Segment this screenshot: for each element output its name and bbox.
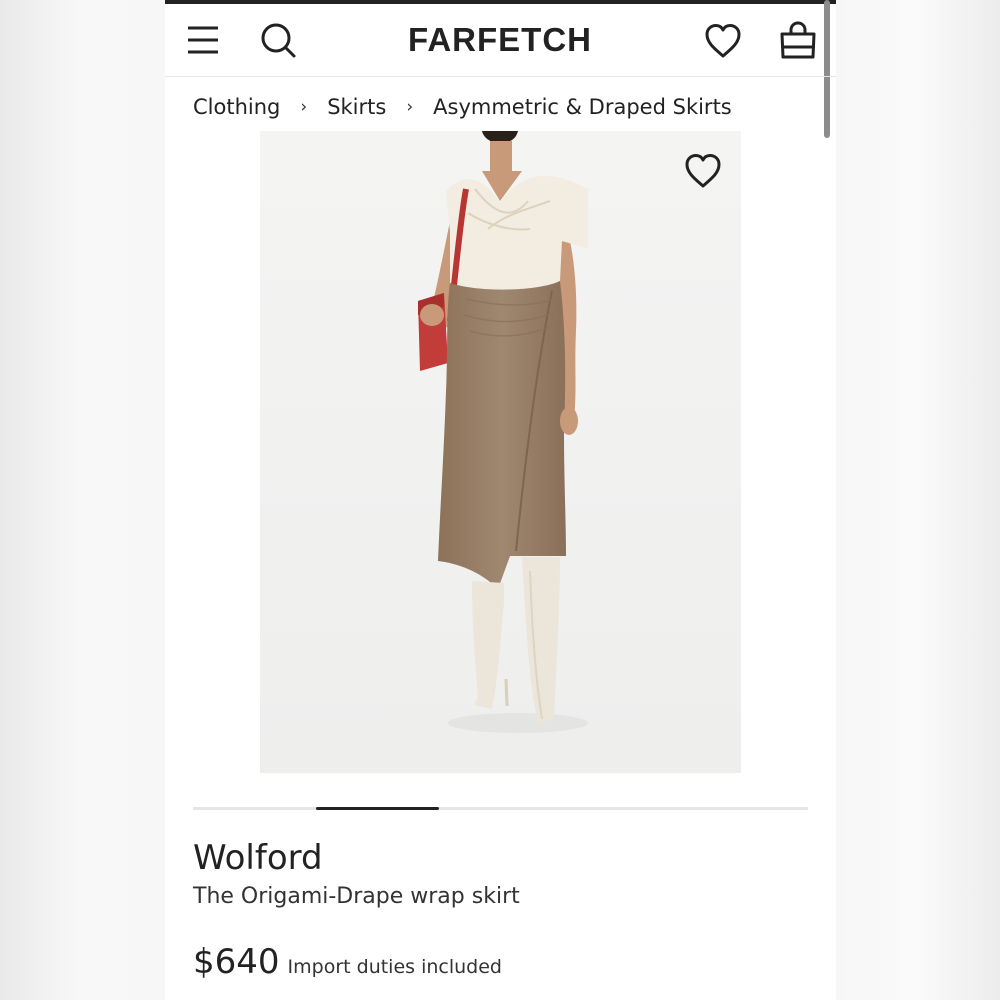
import-duties-note: Import duties included [287,956,502,978]
farfetch-logo[interactable]: FARFETCH [355,21,645,59]
product-brand[interactable]: Wolford [193,838,323,878]
product-price: $640 [193,942,280,982]
site-header: FARFETCH [165,4,836,77]
product-image-gallery[interactable] [260,131,741,773]
hamburger-menu-icon[interactable] [181,18,225,62]
gallery-progress-fill [316,807,439,810]
wishlist-heart-outline-icon[interactable] [681,149,725,193]
breadcrumb-skirts[interactable]: Skirts [327,95,386,119]
search-icon[interactable] [256,18,300,62]
breadcrumb-asymmetric-draped-skirts[interactable]: Asymmetric & Draped Skirts [433,95,732,119]
gallery-progress-track [193,807,808,810]
breadcrumb-separator: › [406,97,414,117]
product-photo[interactable] [260,131,741,773]
breadcrumb-clothing[interactable]: Clothing [193,95,280,119]
shopping-bag-icon[interactable] [776,18,820,62]
heart-icon[interactable] [701,19,745,63]
breadcrumb-separator: › [300,97,308,117]
product-name: The Origami-Drape wrap skirt [193,884,520,909]
breadcrumb: Clothing › Skirts › Asymmetric & Draped … [193,92,732,122]
product-page: FARFETCH Clothing › Skirts › Asymmetric … [165,0,836,1000]
price-row: $640 Import duties included [193,942,502,982]
